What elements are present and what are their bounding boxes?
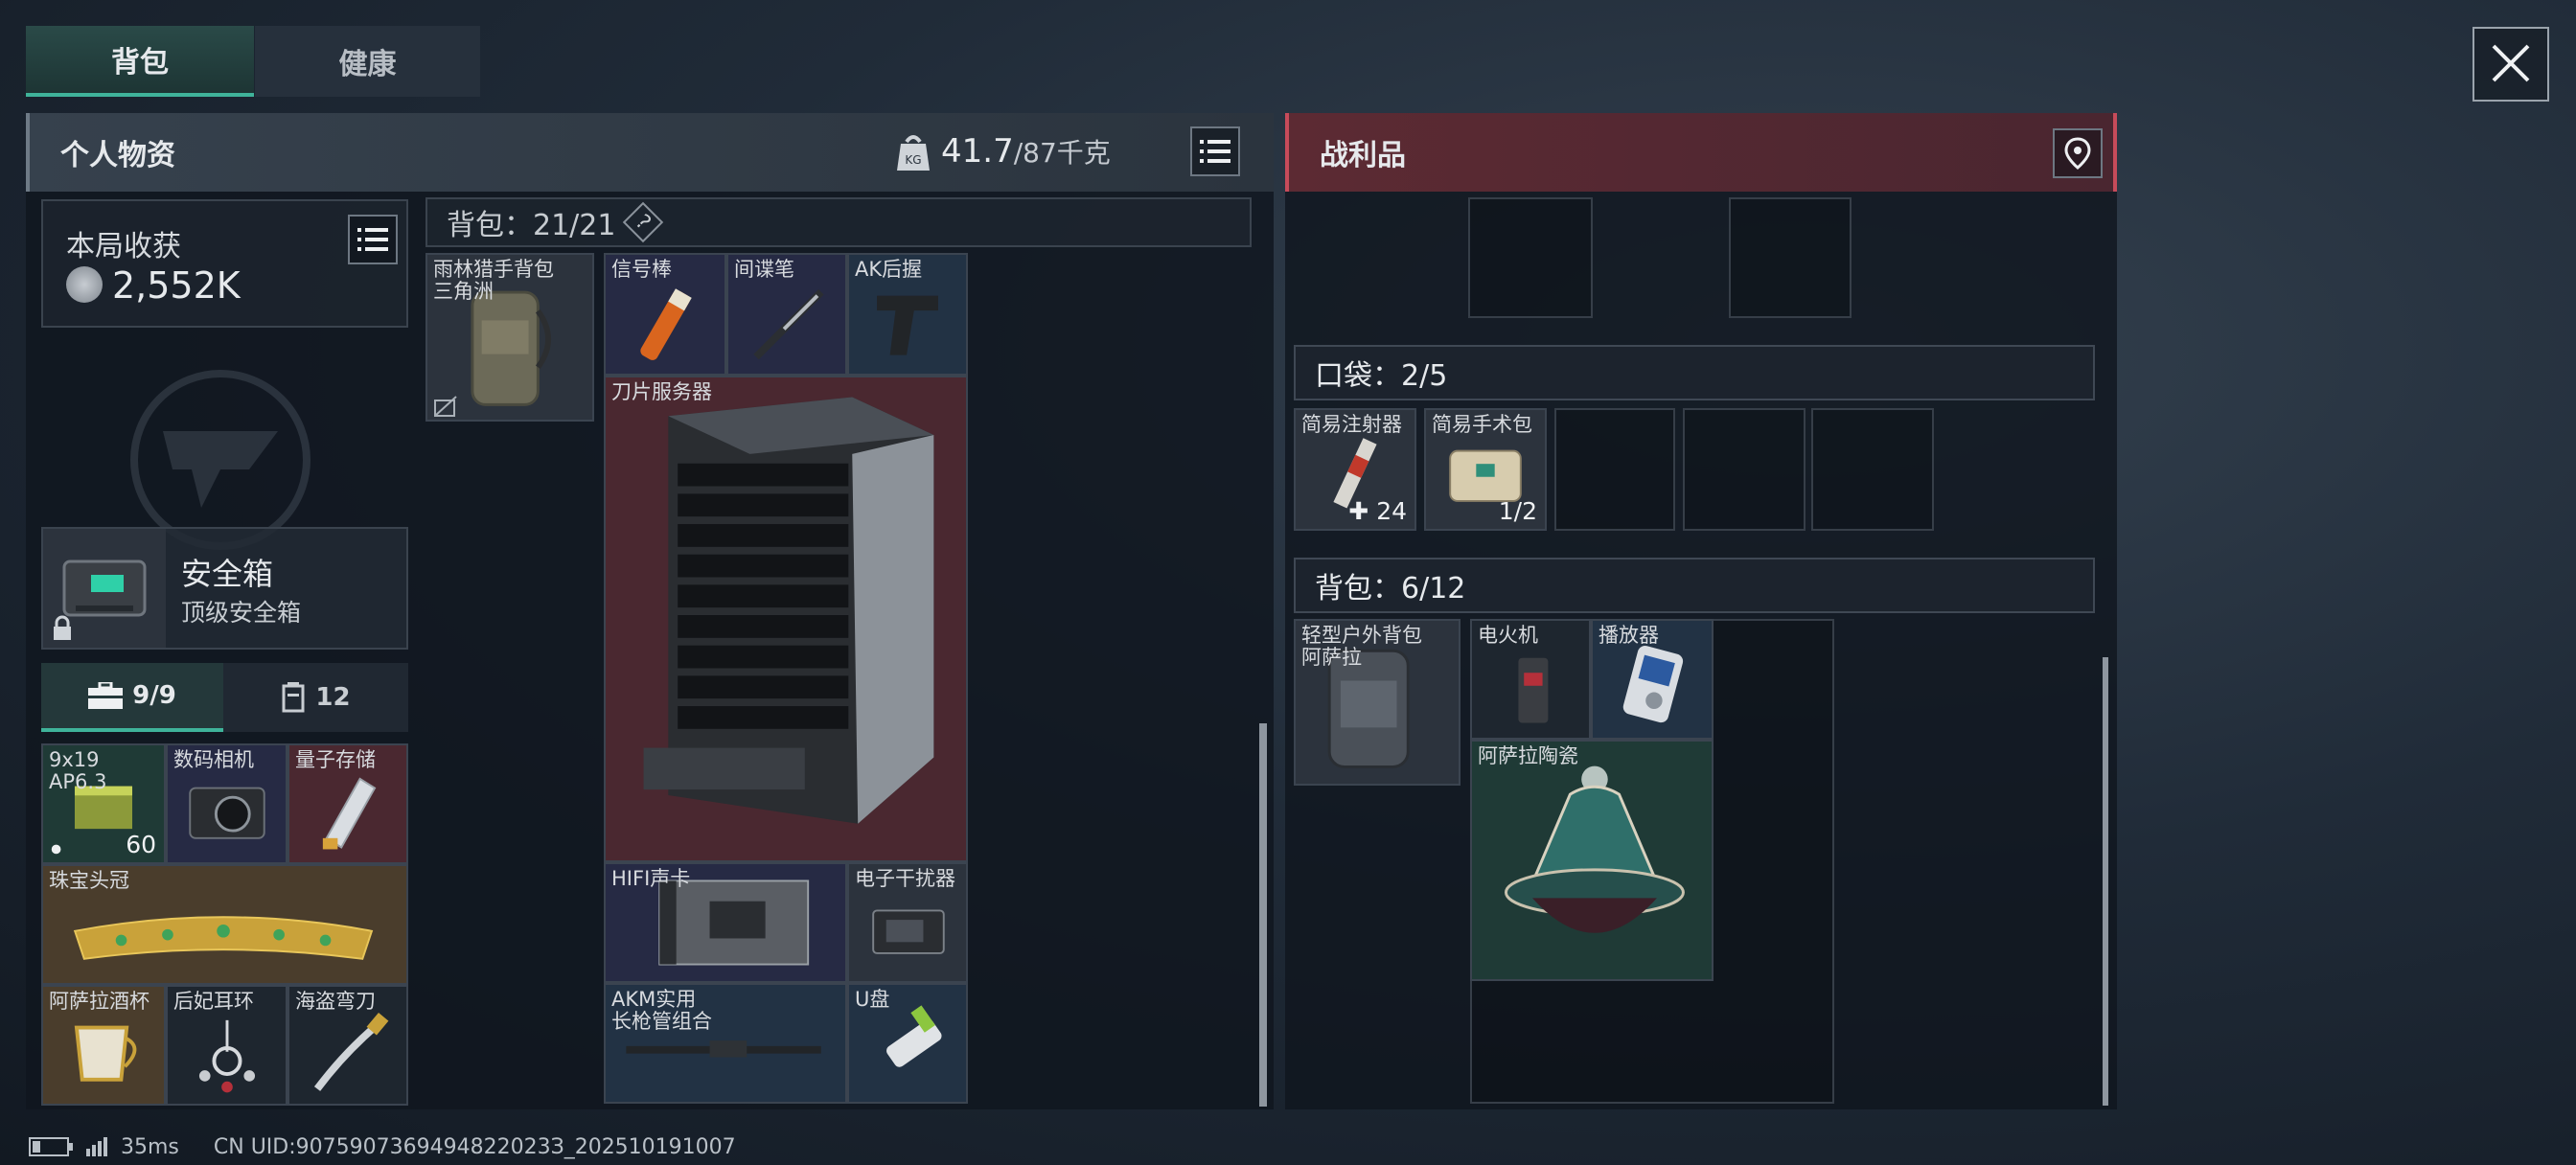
pocket-slot-4[interactable] [1683, 408, 1806, 531]
pocket-item-injector[interactable]: 简易注射器 ✚ 24 [1294, 408, 1416, 531]
tab-health-label: 健康 [338, 48, 397, 81]
item-usb-drive[interactable]: U盘 [847, 983, 968, 1104]
pocket-slot-5[interactable] [1811, 408, 1934, 531]
coin-icon [66, 266, 103, 303]
item-akm-barrel[interactable]: AKM实用 长枪管组合 [604, 983, 847, 1104]
safe-box-name: 安全箱 [181, 556, 274, 592]
loot-item-player[interactable]: 播放器 [1591, 619, 1714, 740]
close-icon [2492, 44, 2530, 82]
close-button[interactable] [2472, 27, 2549, 102]
safe-item-camera[interactable]: 数码相机 [166, 743, 288, 864]
loot-scrollbar[interactable] [2103, 657, 2108, 1106]
help-icon[interactable]: ? [623, 201, 664, 243]
pottery-icon [1504, 765, 1685, 933]
battery-icon [29, 1137, 73, 1156]
weight-readout: 41.7/87千克 [941, 132, 1111, 171]
location-pin-icon [2064, 137, 2091, 170]
safe-item-ammo[interactable]: 9x19 AP6.3 60 [41, 743, 166, 864]
safe-item-quantum-storage[interactable]: 量子存储 [288, 743, 408, 864]
loot-backpack-header: 背包：6/12 [1294, 558, 2095, 613]
personal-supplies-title: 个人物资 [60, 139, 175, 172]
loot-equipped-backpack[interactable]: 轻型户外背包 阿萨拉 [1294, 619, 1460, 786]
item-blade-server[interactable]: 刀片服务器 [604, 376, 968, 862]
tab-backpack[interactable]: 背包 [26, 26, 254, 97]
loot-title: 战利品 [1320, 139, 1406, 172]
item-hifi-soundcard[interactable]: HIFI声卡 [604, 862, 847, 983]
equipped-backpack[interactable]: 雨林猎手背包 三角洲 [426, 253, 594, 422]
session-details-button[interactable] [348, 215, 398, 264]
container-icon [282, 682, 305, 713]
safe-item-jewel-crown[interactable]: 珠宝头冠 [41, 864, 408, 985]
safe-tab-count-label: 12 [315, 683, 351, 712]
item-ak-grip[interactable]: AK后握 [847, 253, 968, 376]
loot-slot-top-1[interactable] [1468, 197, 1593, 318]
pocket-header: 口袋：2/5 [1294, 345, 2095, 400]
safe-tab-items-label: 9/9 [132, 681, 176, 710]
session-label: 本局收获 [66, 230, 181, 263]
list-icon [1200, 140, 1230, 163]
ping-label: 35ms [121, 1134, 179, 1159]
loot-item-detonator[interactable]: 电火机 [1470, 619, 1591, 740]
loot-header: 战利品 [1285, 113, 2117, 192]
safe-box-type: 顶级安全箱 [181, 599, 302, 627]
loot-backpack-header-label: 背包：6/12 [1315, 572, 1466, 605]
session-earnings: 本局收获 2,552K [41, 199, 408, 328]
weight-value: 41.7 [941, 132, 1014, 171]
location-button[interactable] [2053, 128, 2103, 178]
status-bar: 35ms CN UID:9075907369494822023З_2025101… [29, 1132, 736, 1161]
weight-icon: KG [895, 132, 932, 172]
safe-item-consort-earring[interactable]: 后妃耳环 [166, 985, 288, 1106]
signal-icon [86, 1137, 107, 1156]
plus-icon: ✚ [1348, 497, 1377, 525]
tab-backpack-label: 背包 [111, 46, 169, 80]
safe-item-pirate-sabre[interactable]: 海盗弯刀 [288, 985, 408, 1106]
safe-tab-items[interactable]: 9/9 [41, 663, 223, 732]
safe-item-asara-cup[interactable]: 阿萨拉酒杯 [41, 985, 166, 1106]
loot-slot-top-2[interactable] [1729, 197, 1852, 318]
toolbox-icon [88, 682, 124, 709]
safe-box[interactable]: 安全箱 顶级安全箱 [41, 527, 408, 650]
loot-item-asara-pottery[interactable]: 阿萨拉陶瓷 [1470, 740, 1714, 981]
server-icon [643, 397, 934, 824]
safe-tab-count[interactable]: 12 [223, 663, 408, 732]
list-icon [357, 228, 388, 251]
weight-max: /87千克 [1013, 137, 1111, 169]
pocket-item-surgery-kit[interactable]: 简易手术包 1/2 [1424, 408, 1547, 531]
svg-text:KG: KG [905, 153, 921, 167]
pocket-header-label: 口袋：2/5 [1315, 359, 1448, 393]
safe-box-icon [43, 529, 166, 648]
item-jammer[interactable]: 电子干扰器 [847, 862, 968, 983]
sort-button[interactable] [1190, 126, 1240, 176]
item-spy-pen[interactable]: 间谍笔 [726, 253, 847, 376]
backpack-scrollbar[interactable] [1259, 723, 1267, 1107]
item-signal-flare[interactable]: 信号棒 [604, 253, 726, 376]
backpack-header-label: 背包：21/21 [447, 209, 616, 242]
injector-qty: ✚ 24 [1348, 497, 1407, 525]
pocket-slot-3[interactable] [1554, 408, 1675, 531]
uid-label: CN UID:9075907369494822023З_202510191007 [213, 1134, 736, 1159]
tab-health[interactable]: 健康 [255, 26, 480, 97]
session-value: 2,552K [112, 264, 241, 307]
no-insure-icon [434, 396, 457, 417]
lock-icon [54, 615, 71, 640]
backpack-header: 背包：21/21 ? [426, 197, 1252, 247]
